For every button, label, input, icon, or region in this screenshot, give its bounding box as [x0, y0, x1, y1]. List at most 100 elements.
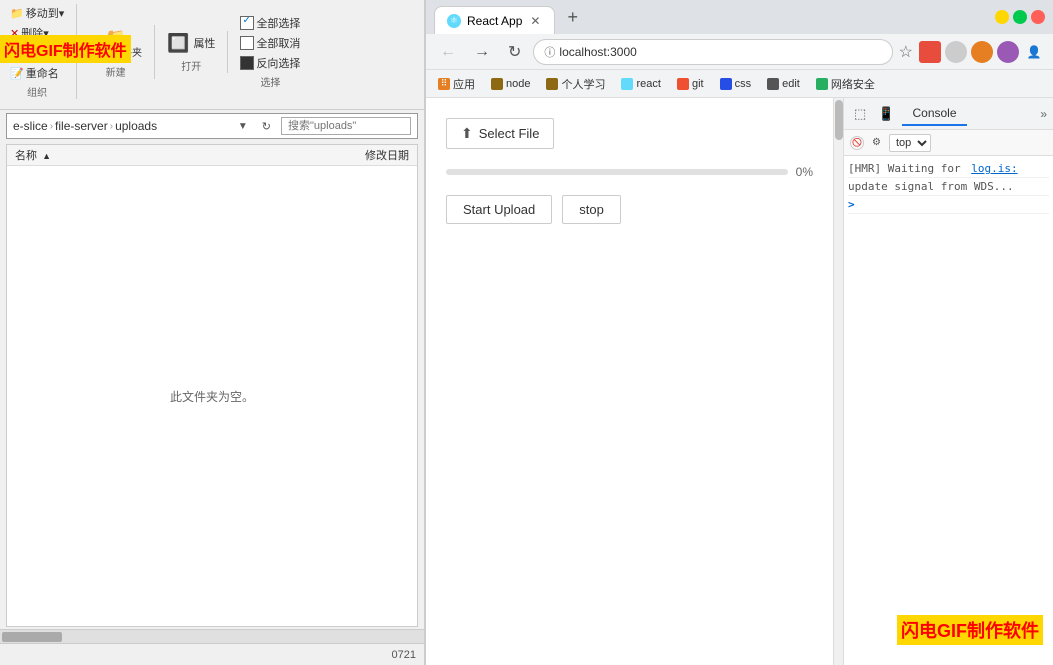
devtools-toolbar: ⬚ 📱 Console » [844, 98, 1053, 130]
personal-learning-label: 个人学习 [561, 76, 605, 92]
upload-icon: ⬆ [461, 125, 473, 142]
address-dropdown-button[interactable]: ▼ [234, 119, 252, 134]
devtools-device-button[interactable]: 📱 [874, 104, 898, 124]
profile-icon[interactable]: 👤 [1023, 41, 1045, 63]
stop-button[interactable]: stop [562, 195, 621, 224]
git-bookmark-label: git [692, 78, 704, 90]
rename-button[interactable]: 📝重命名 [6, 64, 68, 82]
horizontal-scrollbar[interactable] [0, 629, 424, 643]
file-list: 名称 ▲ 修改日期 此文件夹为空。 [6, 144, 418, 627]
bookmark-personal-learning[interactable]: 个人学习 [542, 74, 609, 94]
stop-label: stop [579, 202, 604, 217]
bookmark-react[interactable]: react [617, 76, 664, 92]
extension-icon-3[interactable] [971, 41, 993, 63]
console-line-1: [HMR] Waiting for log.is: [848, 160, 1049, 178]
devtools-settings-button[interactable]: ⚙ [868, 135, 885, 150]
browser-tab-react[interactable]: ⚛ React App ✕ [434, 6, 555, 34]
file-empty-message: 此文件夹为空。 [7, 166, 417, 626]
bookmark-star-button[interactable]: ☆ [899, 42, 913, 62]
forward-button[interactable]: → [468, 41, 496, 63]
browser-scrollbar-thumb[interactable] [835, 100, 843, 140]
upload-actions: Start Upload stop [446, 195, 621, 224]
column-name[interactable]: 名称 ▲ [15, 147, 309, 163]
console-prompt-line: > [848, 196, 1049, 214]
console-tab[interactable]: Console [902, 102, 966, 126]
back-button[interactable]: ← [434, 41, 462, 63]
progress-bar-container: 0% [446, 165, 813, 179]
select-group-label: 选择 [260, 74, 280, 89]
watermark-bottom: 闪电GIF制作软件 [897, 615, 1043, 645]
devtools-more-button[interactable]: » [1040, 107, 1047, 121]
address-refresh-button[interactable]: ↻ [258, 118, 275, 135]
devtools-clear-button[interactable]: 🚫 [850, 136, 864, 150]
react-app-area: ⬆ Select File 0% Start Upload stop [426, 98, 833, 665]
context-selector[interactable]: top [889, 134, 931, 152]
browser-panel: ⚛ React App ✕ + ← → ↻ ⓘ localhost:3000 ☆… [425, 0, 1053, 665]
file-list-header: 名称 ▲ 修改日期 [7, 145, 417, 166]
network-security-label: 网络安全 [831, 76, 875, 92]
url-bar[interactable]: ⓘ localhost:3000 [533, 39, 892, 65]
react-bookmark-label: react [636, 78, 660, 90]
css-bookmark-icon [720, 78, 732, 90]
browser-content: ⬆ Select File 0% Start Upload stop [426, 98, 1053, 665]
search-input[interactable] [281, 117, 411, 135]
devtools-console: [HMR] Waiting for log.is: update signal … [844, 156, 1053, 665]
security-icon: ⓘ [544, 44, 555, 60]
bookmark-apps[interactable]: ⠿ 应用 [434, 74, 479, 94]
bookmark-git[interactable]: git [673, 76, 708, 92]
bookmarks-bar: ⠿ 应用 node 个人学习 react git css edit [426, 70, 1053, 98]
bookmark-network-security[interactable]: 网络安全 [812, 74, 879, 94]
devtools-inspect-button[interactable]: ⬚ [850, 104, 870, 124]
tab-title: React App [467, 14, 522, 28]
start-upload-button[interactable]: Start Upload [446, 195, 552, 224]
path-part-2: file-server [55, 119, 108, 133]
path-part-1: e-slice [13, 119, 48, 133]
apps-bookmark-label: 应用 [453, 76, 475, 92]
move-to-button[interactable]: 📁移动到▾ [6, 4, 68, 22]
address-path: e-slice › file-server › uploads [13, 119, 228, 133]
new-group-label: 新建 [106, 64, 126, 79]
browser-action-icons: 👤 [919, 41, 1045, 63]
browser-titlebar: ⚛ React App ✕ + [426, 0, 1053, 34]
properties-button[interactable]: 🔲 属性 [163, 31, 219, 56]
path-part-3: uploads [115, 119, 157, 133]
maximize-button[interactable] [1013, 10, 1027, 24]
devtools-filter-bar: 🚫 ⚙ top [844, 130, 1053, 156]
bookmark-node[interactable]: node [487, 76, 534, 92]
console-hmr-text: [HMR] Waiting for [848, 162, 967, 175]
console-log-link[interactable]: log.is: [971, 162, 1017, 175]
reload-button[interactable]: ↻ [502, 40, 527, 64]
deselect-button[interactable]: 全部取消 [236, 34, 304, 52]
extension-icon-2[interactable] [945, 41, 967, 63]
close-button[interactable] [1031, 10, 1045, 24]
extension-icon-4[interactable] [997, 41, 1019, 63]
bookmark-edit[interactable]: edit [763, 76, 804, 92]
minimize-button[interactable] [995, 10, 1009, 24]
select-all-button[interactable]: 全部选择 [236, 14, 304, 32]
console-line-2: update signal from WDS... [848, 178, 1049, 196]
react-bookmark-icon [621, 78, 633, 90]
browser-vertical-scrollbar[interactable] [833, 98, 843, 665]
tab-close-button[interactable]: ✕ [528, 14, 542, 28]
explorer-bottom-status: 0721 [0, 643, 424, 665]
edit-bookmark-icon [767, 78, 779, 90]
node-bookmark-label: node [506, 78, 530, 90]
apps-bookmark-icon: ⠿ [438, 78, 450, 90]
devtools-panel: ⬚ 📱 Console » 🚫 ⚙ top [HMR] [843, 98, 1053, 665]
address-bar[interactable]: e-slice › file-server › uploads ▼ ↻ [6, 113, 418, 139]
ribbon-group-open: 🔲 属性 打开 [163, 31, 228, 73]
console-wds-text: update signal from WDS... [848, 180, 1014, 193]
git-bookmark-icon [677, 78, 689, 90]
extension-icon-1[interactable] [919, 41, 941, 63]
column-date[interactable]: 修改日期 [309, 147, 409, 163]
select-file-button[interactable]: ⬆ Select File [446, 118, 554, 149]
personal-learning-icon [546, 78, 558, 90]
network-security-icon [816, 78, 828, 90]
bookmark-css[interactable]: css [716, 76, 756, 92]
start-upload-label: Start Upload [463, 202, 535, 217]
scrollbar-thumb[interactable] [2, 632, 62, 642]
node-bookmark-icon [491, 78, 503, 90]
new-tab-button[interactable]: + [561, 5, 584, 30]
invert-select-button[interactable]: 反向选择 [236, 54, 304, 72]
select-file-label: Select File [479, 126, 540, 141]
